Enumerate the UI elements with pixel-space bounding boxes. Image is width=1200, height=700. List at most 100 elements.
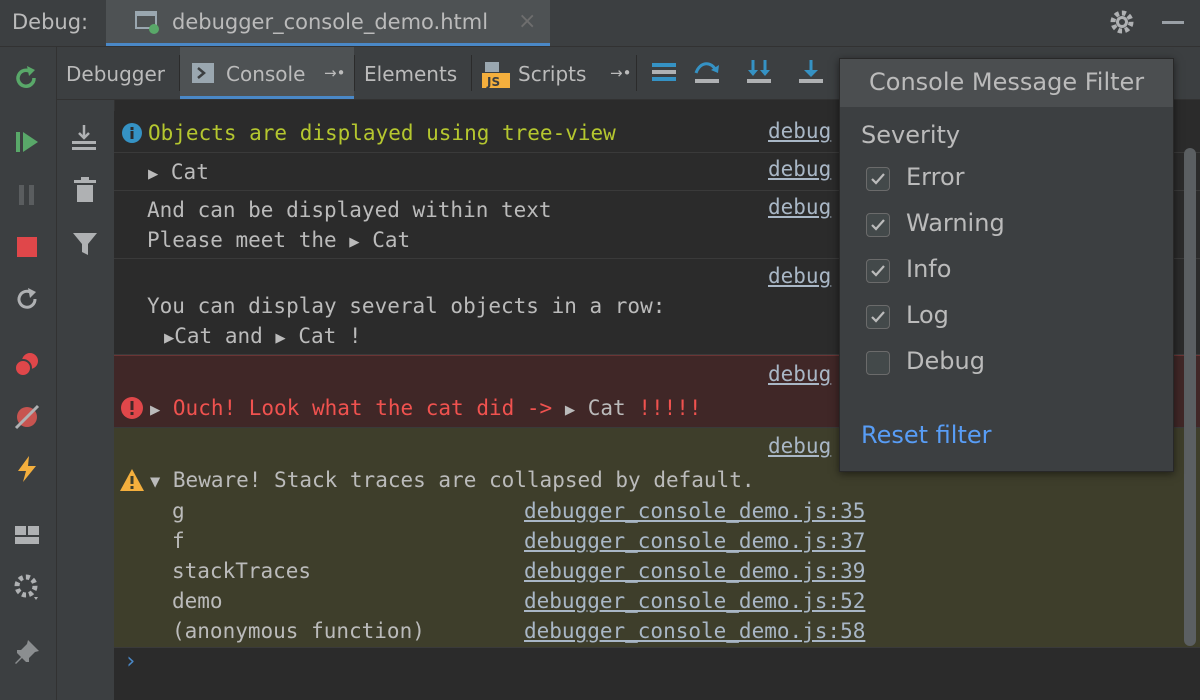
stop-icon[interactable] xyxy=(12,232,42,262)
scripts-js-icon: JS xyxy=(482,62,510,88)
file-tab-label: debugger_console_demo.html xyxy=(172,10,489,34)
breakpoints-icon[interactable] xyxy=(12,350,42,380)
filter-option-label: Warning xyxy=(906,209,1005,237)
expand-triangle-icon[interactable]: ▶ xyxy=(275,328,285,348)
console-icon xyxy=(192,63,214,83)
stack-frame-link[interactable]: debugger_console_demo.js:58 xyxy=(524,616,865,646)
clear-icon[interactable] xyxy=(72,176,98,204)
source-link[interactable]: debug xyxy=(768,431,831,461)
force-step-into-icon[interactable] xyxy=(798,59,824,85)
severity-heading: Severity xyxy=(861,121,961,149)
reset-filter-link[interactable]: Reset filter xyxy=(861,421,992,449)
debug-window-header: Debug: debugger_console_demo.html × xyxy=(0,0,1200,47)
restart-icon[interactable] xyxy=(12,284,42,314)
error-icon xyxy=(121,397,143,419)
stack-frame-link[interactable]: debugger_console_demo.js:39 xyxy=(524,556,865,586)
tab-debugger-label: Debugger xyxy=(66,62,165,86)
tab-elements-label: Elements xyxy=(364,62,458,86)
mute-breakpoints-icon[interactable] xyxy=(12,402,42,432)
source-link[interactable]: debug xyxy=(768,116,831,146)
message-text: Objects are displayed using tree-view xyxy=(148,121,616,145)
tab-scripts-label: Scripts xyxy=(518,62,587,86)
show-execution-point-icon[interactable] xyxy=(651,59,677,85)
settings-icon[interactable] xyxy=(12,572,42,602)
filter-option-label: Log xyxy=(906,301,949,329)
stack-frame-name: f xyxy=(172,529,185,553)
tab-elements[interactable]: Elements xyxy=(355,47,471,99)
filter-option-label: Error xyxy=(906,163,965,191)
filter-icon[interactable] xyxy=(71,230,99,258)
svg-text:JS: JS xyxy=(486,75,500,88)
gear-icon[interactable] xyxy=(1108,8,1136,36)
pin-tab-icon[interactable]: →• xyxy=(610,64,631,82)
stack-frame-name: (anonymous function) xyxy=(172,619,425,643)
message-text: ▶ Ouch! Look what the cat did -> ▶ Cat !… xyxy=(150,396,702,420)
filter-option-label: Info xyxy=(906,255,952,283)
checkbox-debug[interactable] xyxy=(866,351,890,375)
expand-triangle-icon[interactable]: ▶ xyxy=(148,164,158,184)
checkbox-error[interactable] xyxy=(866,167,890,191)
filter-popup-header: Console Message Filter xyxy=(840,59,1173,107)
message-text-line2: Please meet the ▶ Cat xyxy=(147,228,411,252)
expand-triangle-icon[interactable]: ▶ xyxy=(349,232,359,252)
close-icon[interactable]: × xyxy=(518,9,536,34)
stack-frame-link[interactable]: debugger_console_demo.js:52 xyxy=(524,586,865,616)
minimize-icon[interactable] xyxy=(1162,21,1184,24)
debug-label: Debug: xyxy=(12,10,89,34)
message-text: ▼ Beware! Stack traces are collapsed by … xyxy=(150,468,755,492)
message-text: You can display several objects in a row… xyxy=(147,294,666,318)
tab-debugger[interactable]: Debugger xyxy=(57,47,179,99)
toolbar-divider xyxy=(636,55,637,91)
expand-triangle-icon[interactable]: ▶ xyxy=(164,328,174,348)
object-name[interactable]: Cat xyxy=(372,228,410,252)
pin-tab-icon[interactable]: →• xyxy=(324,64,345,82)
checkbox-info[interactable] xyxy=(866,259,890,283)
filter-popup-title: Console Message Filter xyxy=(869,68,1145,96)
checkmark-icon xyxy=(871,219,885,231)
message-text: And can be displayed within text xyxy=(147,198,552,222)
pin-icon[interactable] xyxy=(12,637,42,667)
object-name[interactable]: Cat xyxy=(174,324,212,348)
stack-frame-link[interactable]: debugger_console_demo.js:37 xyxy=(524,526,865,556)
checkmark-icon xyxy=(871,311,885,323)
source-link[interactable]: debug xyxy=(768,154,831,184)
layout-icon[interactable] xyxy=(12,520,42,550)
message-text-line2: ▶Cat and ▶ Cat ! xyxy=(164,324,362,348)
step-into-icon[interactable] xyxy=(746,59,772,85)
info-icon xyxy=(122,123,142,143)
tab-scripts[interactable]: JS Scripts →• xyxy=(472,47,636,99)
lightning-icon[interactable] xyxy=(12,454,42,484)
checkbox-warning[interactable] xyxy=(866,213,890,237)
stack-frame-name: stackTraces xyxy=(172,559,312,583)
stack-frame-name: g xyxy=(172,499,185,523)
warning-icon xyxy=(120,469,144,491)
debug-actions-toolbar xyxy=(0,47,57,700)
object-name[interactable]: Cat xyxy=(171,160,209,184)
tab-console[interactable]: Console →• xyxy=(180,47,354,99)
expand-triangle-icon[interactable]: ▶ xyxy=(150,400,160,420)
source-link[interactable]: debug xyxy=(768,192,831,222)
tab-console-label: Console xyxy=(226,62,306,86)
source-link[interactable]: debug xyxy=(768,359,831,389)
console-scrollbar-thumb[interactable] xyxy=(1184,148,1196,646)
pause-icon[interactable] xyxy=(12,180,42,210)
checkbox-log[interactable] xyxy=(866,305,890,329)
resume-icon[interactable] xyxy=(12,127,42,157)
stack-frame-name: demo xyxy=(172,589,223,613)
scroll-to-end-icon[interactable] xyxy=(70,123,98,151)
object-name[interactable]: Cat xyxy=(588,396,626,420)
expand-triangle-icon[interactable]: ▶ xyxy=(565,400,575,420)
rerun-icon[interactable] xyxy=(12,62,42,92)
html-file-icon xyxy=(135,11,159,34)
object-name[interactable]: Cat xyxy=(298,324,336,348)
checkmark-icon xyxy=(871,173,885,185)
step-over-icon[interactable] xyxy=(694,59,720,85)
console-actions-strip xyxy=(57,100,115,700)
source-link[interactable]: debug xyxy=(768,261,831,291)
collapse-triangle-icon[interactable]: ▼ xyxy=(150,472,160,492)
stack-frame-link[interactable]: debugger_console_demo.js:35 xyxy=(524,496,865,526)
console-input-prompt[interactable]: › xyxy=(124,649,137,674)
object-node: ▶ Cat xyxy=(148,157,209,189)
console-message-filter-popup: Console Message Filter Severity Error Wa… xyxy=(839,58,1174,472)
filter-option-label: Debug xyxy=(906,347,985,375)
